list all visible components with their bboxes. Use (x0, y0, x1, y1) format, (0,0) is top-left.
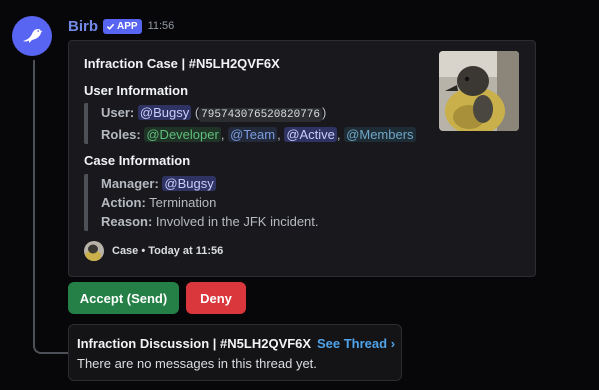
reason-line: Reason: Involved in the JFK incident. (101, 212, 319, 231)
accept-send-button[interactable]: Accept (Send) (68, 282, 179, 314)
role-developer[interactable]: @Developer (144, 127, 221, 142)
case-information-quote: Manager: @Bugsy Action: Termination Reas… (84, 174, 319, 231)
message-timestamp[interactable]: 11:56 (148, 20, 175, 32)
case-information-heading: Case Information (84, 153, 191, 168)
embed-footer: Case • Today at 11:56 (84, 241, 223, 261)
role-team[interactable]: @Team (228, 127, 278, 142)
thread-preview[interactable]: Infraction Discussion | #N5LH2QVF6X See … (68, 324, 402, 381)
manager-line: Manager: @Bugsy (101, 174, 319, 193)
footer-bird-icon (84, 241, 104, 261)
embed-title: Infraction Case | #N5LH2QVF6X (84, 56, 280, 71)
user-key: User: (101, 105, 135, 120)
role-separator: , (220, 127, 225, 142)
manager-mention[interactable]: @Bugsy (162, 176, 216, 191)
footer-text: Case • Today at 11:56 (112, 245, 224, 257)
user-id-close: ) (322, 105, 327, 120)
role-members[interactable]: @Members (344, 127, 416, 142)
embed-thumbnail[interactable] (439, 51, 519, 131)
role-separator: , (336, 127, 341, 142)
thread-connector-line (33, 60, 69, 354)
check-icon (106, 23, 115, 30)
action-key: Action: (101, 195, 146, 210)
user-line: User: @Bugsy (795743076520820776) (101, 103, 416, 125)
role-active[interactable]: @Active (284, 127, 337, 142)
infraction-embed: Infraction Case | #N5LH2QVF6X User Infor… (68, 40, 536, 277)
bird-icon (23, 29, 43, 43)
thread-empty-message: There are no messages in this thread yet… (77, 356, 317, 371)
manager-key: Manager: (101, 176, 159, 191)
user-id-code: 795743076520820776 (199, 108, 322, 122)
deny-button[interactable]: Deny (186, 282, 246, 314)
roles-key: Roles: (101, 127, 141, 142)
bot-avatar[interactable] (12, 16, 52, 56)
app-badge-label: APP (117, 20, 138, 32)
author-name[interactable]: Birb (68, 18, 98, 35)
user-information-heading: User Information (84, 83, 189, 98)
action-line: Action: Termination (101, 193, 319, 212)
app-badge: APP (103, 18, 142, 34)
bird-photo-icon (439, 51, 519, 131)
roles-line: Roles: @Developer, @Team, @Active, @Memb… (101, 125, 416, 144)
user-mention[interactable]: @Bugsy (137, 105, 192, 120)
user-information-quote: User: @Bugsy (795743076520820776) Roles:… (84, 103, 416, 144)
action-value: Termination (149, 195, 217, 210)
role-separator: , (277, 127, 281, 142)
reason-key: Reason: (101, 214, 153, 229)
reason-value: Involved in the JFK incident. (155, 214, 319, 229)
thread-title[interactable]: Infraction Discussion | #N5LH2QVF6X (77, 336, 311, 351)
message-header: Birb APP 11:56 (68, 16, 174, 36)
see-thread-link[interactable]: See Thread › (317, 336, 395, 351)
